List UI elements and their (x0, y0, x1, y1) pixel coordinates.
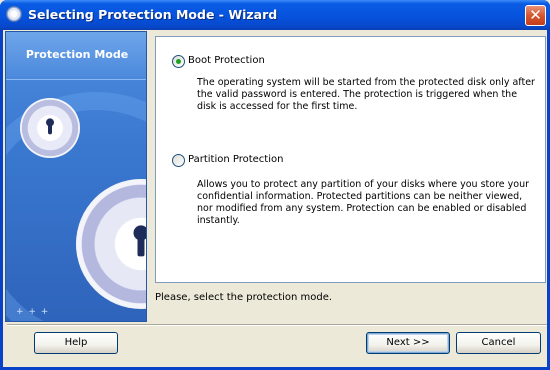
wizard-window: Selecting Protection Mode - Wizard ✕ Pro… (0, 0, 550, 370)
cancel-button[interactable]: Cancel (456, 332, 541, 354)
gear-lock-icon (20, 98, 80, 158)
help-button[interactable]: Help (34, 332, 118, 354)
partition-protection-description: Allows you to protect any partition of y… (197, 179, 529, 226)
boot-protection-description: The operating system will be started fro… (197, 77, 535, 112)
next-button[interactable]: Next >> (366, 332, 450, 354)
sidebar-title: Protection Mode (25, 48, 129, 61)
window-title: Selecting Protection Mode - Wizard (28, 7, 278, 22)
button-divider (7, 324, 547, 326)
status-text: Please, select the protection mode. (155, 292, 333, 303)
sidebar: Protection Mode + + + (5, 31, 147, 322)
title-bar[interactable]: Selecting Protection Mode - Wizard ✕ (0, 0, 550, 30)
partition-protection-radio[interactable] (172, 154, 185, 167)
close-icon: ✕ (529, 6, 542, 24)
close-button[interactable]: ✕ (525, 5, 546, 26)
options-panel: Boot Protection The operating system wil… (155, 36, 546, 283)
boot-protection-label[interactable]: Boot Protection (188, 55, 265, 66)
boot-protection-radio[interactable] (172, 55, 185, 68)
sidebar-header: Protection Mode (6, 32, 146, 80)
sidebar-dots: + + + (16, 307, 50, 317)
app-icon (6, 6, 22, 22)
keyhole-large-icon (133, 225, 146, 257)
partition-protection-label[interactable]: Partition Protection (188, 154, 283, 165)
keyhole-icon (46, 118, 54, 135)
